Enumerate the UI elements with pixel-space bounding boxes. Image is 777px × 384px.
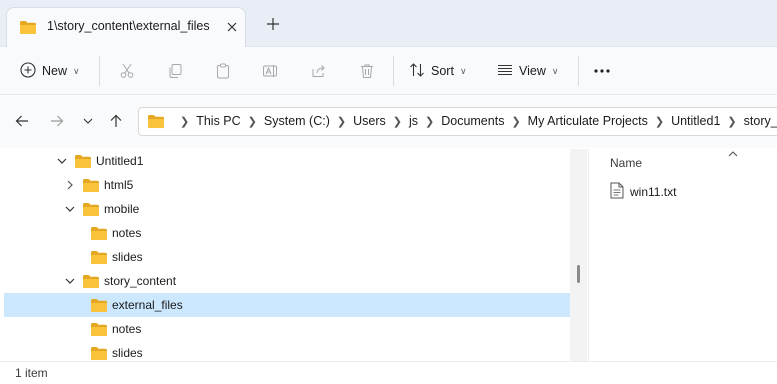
command-bar: New ∨ Sort ∨ View ∨ [0, 47, 777, 95]
tree-item-label: Untitled1 [96, 154, 144, 168]
folder-icon [90, 297, 108, 316]
tab-title: 1\story_content\external_files [47, 19, 210, 33]
tree-item-label: notes [112, 226, 142, 240]
item-count: 1 item [15, 366, 48, 380]
breadcrumb-chevron-icon[interactable]: ❯ [727, 115, 736, 128]
breadcrumb-item[interactable]: js [409, 114, 418, 128]
chevron-down-icon: ∨ [73, 65, 80, 76]
tree-item-label: slides [112, 346, 143, 360]
breadcrumb-item[interactable]: Untitled1 [671, 114, 720, 128]
cut-icon[interactable] [114, 58, 140, 84]
new-button[interactable]: New ∨ [20, 55, 80, 87]
chevron-up-icon [728, 147, 738, 161]
paste-icon[interactable] [210, 58, 236, 84]
add-circle-icon [20, 61, 36, 81]
breadcrumb-item[interactable]: My Articulate Projects [528, 114, 648, 128]
breadcrumb-chevron-icon[interactable]: ❯ [393, 115, 402, 128]
view-button[interactable]: View ∨ [497, 55, 558, 87]
sort-button[interactable]: Sort ∨ [409, 55, 467, 87]
sort-icon [409, 62, 425, 81]
tree-item-mobile[interactable]: mobile [4, 197, 570, 221]
view-list-icon [497, 62, 513, 81]
view-label: View [519, 64, 546, 78]
tree-item-label: mobile [104, 202, 140, 216]
chevron-down-icon[interactable] [64, 275, 76, 287]
breadcrumb-chevron-icon[interactable]: ❯ [337, 115, 346, 128]
ellipsis-icon[interactable] [589, 58, 615, 84]
address-bar[interactable]: ❯ This PC ❯ System (C:) ❯ Users ❯ js ❯ D… [138, 107, 777, 136]
breadcrumb-chevron-icon[interactable]: ❯ [248, 115, 257, 128]
tree-item-label: slides [112, 250, 143, 264]
sort-label: Sort [431, 64, 454, 78]
breadcrumb: ❯ This PC ❯ System (C:) ❯ Users ❯ js ❯ D… [173, 114, 777, 128]
chevron-down-icon[interactable] [64, 203, 76, 215]
folder-icon [82, 273, 100, 292]
folder-icon [90, 321, 108, 340]
copy-icon[interactable] [162, 58, 188, 84]
tree-item-story-content[interactable]: story_content [4, 269, 570, 293]
divider [99, 56, 100, 86]
chevron-down-icon[interactable] [56, 155, 68, 167]
chevron-down-icon: ∨ [551, 65, 559, 76]
breadcrumb-chevron-icon[interactable]: ❯ [655, 115, 664, 128]
tree-item-story-notes[interactable]: notes [4, 317, 570, 341]
explorer-tab[interactable]: 1\story_content\external_files [6, 7, 246, 48]
file-name: win11.txt [630, 185, 677, 199]
tree-item-label: external_files [112, 298, 183, 312]
column-header-name[interactable]: Name [610, 156, 642, 170]
tree-item-mobile-notes[interactable]: notes [4, 221, 570, 245]
breadcrumb-chevron-icon[interactable]: ❯ [425, 115, 434, 128]
share-icon[interactable] [306, 58, 332, 84]
folder-icon [82, 177, 100, 196]
breadcrumb-chevron-icon: ❯ [180, 115, 190, 128]
forward-arrow-icon[interactable] [46, 110, 68, 132]
divider [578, 56, 579, 86]
folder-icon [82, 201, 100, 220]
tree-scrollbar[interactable] [570, 149, 587, 361]
plus-icon[interactable] [262, 13, 284, 35]
up-arrow-icon[interactable] [105, 110, 127, 132]
tree-item-label: notes [112, 322, 142, 336]
new-label: New [42, 64, 68, 78]
folder-icon [90, 249, 108, 268]
folder-icon [74, 153, 92, 172]
chevron-down-icon: ∨ [459, 65, 467, 76]
delete-icon[interactable] [354, 58, 380, 84]
recent-locations-chevron-icon[interactable] [77, 110, 99, 132]
file-list: Name win11.txt [588, 149, 777, 361]
file-row[interactable]: win11.txt [610, 181, 676, 203]
tree-item-html5[interactable]: html5 [4, 173, 570, 197]
breadcrumb-item[interactable]: This PC [196, 114, 240, 128]
breadcrumb-chevron-icon[interactable]: ❯ [511, 115, 520, 128]
breadcrumb-item[interactable]: story_content [744, 114, 777, 128]
scrollbar-thumb[interactable] [577, 265, 580, 283]
status-bar: 1 item [0, 361, 777, 384]
breadcrumb-item[interactable]: Documents [441, 114, 504, 128]
divider [393, 56, 394, 86]
folder-icon [19, 19, 37, 38]
folder-icon [147, 113, 165, 132]
navigation-bar: ❯ This PC ❯ System (C:) ❯ Users ❯ js ❯ D… [0, 96, 777, 148]
title-bar: 1\story_content\external_files [0, 0, 777, 48]
rename-icon[interactable] [257, 58, 283, 84]
text-file-icon [610, 182, 624, 202]
folder-icon [90, 225, 108, 244]
tree-item-external-files[interactable]: external_files [4, 293, 570, 317]
chevron-right-icon[interactable] [64, 179, 76, 191]
back-arrow-icon[interactable] [11, 110, 33, 132]
navigation-tree: Untitled1 html5 mobile notes slides stor… [0, 149, 587, 361]
breadcrumb-item[interactable]: System (C:) [264, 114, 330, 128]
tree-item-label: story_content [104, 274, 177, 288]
tree-item-mobile-slides[interactable]: slides [4, 245, 570, 269]
tree-item-label: html5 [104, 178, 134, 192]
breadcrumb-item[interactable]: Users [353, 114, 386, 128]
tree-item-untitled1[interactable]: Untitled1 [4, 149, 570, 173]
close-icon[interactable] [221, 16, 243, 38]
